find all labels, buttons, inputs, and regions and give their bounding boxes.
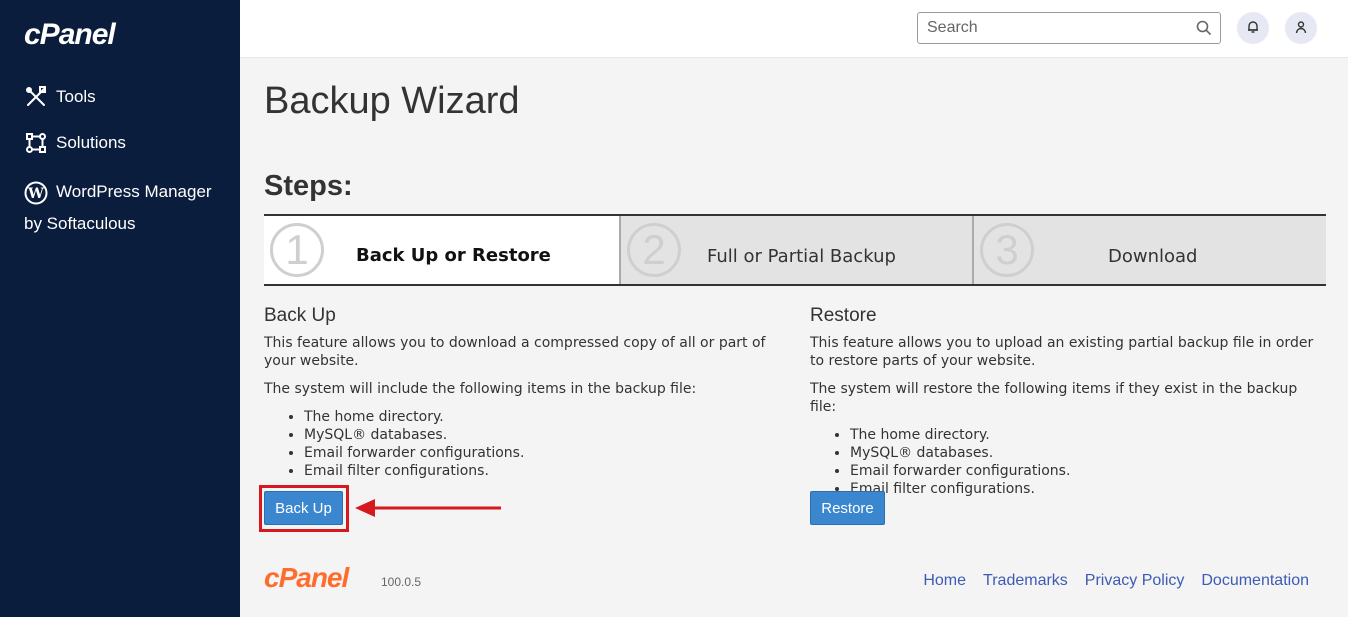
- footer-link-home[interactable]: Home: [923, 572, 966, 590]
- list-item: The home directory.: [850, 426, 1320, 444]
- footer-links: Home Trademarks Privacy Policy Documenta…: [923, 572, 1309, 590]
- user-menu-button[interactable]: [1285, 12, 1317, 44]
- footer-link-trademarks[interactable]: Trademarks: [983, 572, 1068, 590]
- user-icon: [1294, 19, 1308, 38]
- restore-heading: Restore: [810, 305, 877, 326]
- restore-description: This feature allows you to upload an exi…: [810, 335, 1314, 369]
- sidebar-item-wordpress-manager[interactable]: W WordPress Manager by Softaculous: [24, 176, 234, 240]
- step-label: Download: [1108, 246, 1198, 267]
- list-item: Email filter configurations.: [304, 462, 774, 480]
- restore-items-list: The home directory. MySQL® databases. Em…: [850, 426, 1320, 498]
- notifications-button[interactable]: [1237, 12, 1269, 44]
- search-input[interactable]: [918, 13, 1188, 43]
- svg-text:W: W: [27, 186, 44, 202]
- backup-items-list: The home directory. MySQL® databases. Em…: [304, 408, 774, 480]
- bell-icon: [1246, 19, 1260, 38]
- search-box: [917, 12, 1221, 44]
- backup-section: Back Up This feature allows you to downl…: [264, 305, 774, 480]
- step-number: 1: [270, 223, 324, 277]
- step-1: 1 Back Up or Restore: [264, 216, 619, 284]
- restore-button[interactable]: Restore: [810, 491, 885, 525]
- footer-link-privacy-policy[interactable]: Privacy Policy: [1085, 572, 1185, 590]
- cpanel-logo[interactable]: cPanel: [24, 18, 116, 52]
- list-item: Email forwarder configurations.: [304, 444, 774, 462]
- sidebar: cPanel Tools Solutions W WordPress Manag…: [0, 0, 240, 617]
- back-up-button[interactable]: Back Up: [264, 491, 343, 525]
- list-item: MySQL® databases.: [850, 444, 1320, 462]
- sidebar-item-tools[interactable]: Tools: [24, 85, 96, 109]
- steps-title: Steps:: [264, 170, 353, 202]
- restore-intro: The system will restore the following it…: [810, 381, 1298, 415]
- footer-cpanel-logo: cPanel: [264, 562, 349, 593]
- list-item: MySQL® databases.: [304, 426, 774, 444]
- step-3: 3 Download: [972, 216, 1326, 284]
- wordpress-icon: W: [24, 181, 48, 205]
- step-number: 3: [980, 223, 1034, 277]
- arrow-icon: [355, 496, 503, 524]
- version-number: 100.0.5: [381, 575, 422, 589]
- restore-section: Restore This feature allows you to uploa…: [810, 305, 1320, 498]
- step-2: 2 Full or Partial Backup: [619, 216, 972, 284]
- list-item: Email filter configurations.: [850, 480, 1320, 498]
- page-title: Backup Wizard: [264, 80, 520, 122]
- tools-icon: [24, 85, 48, 109]
- footer-link-documentation[interactable]: Documentation: [1201, 572, 1309, 590]
- backup-description: This feature allows you to download a co…: [264, 335, 766, 369]
- list-item: Email forwarder configurations.: [850, 462, 1320, 480]
- backup-intro: The system will include the following it…: [264, 381, 697, 397]
- steps-bar: 1 Back Up or Restore 2 Full or Partial B…: [264, 214, 1326, 286]
- sidebar-item-label: Tools: [56, 87, 96, 106]
- sidebar-item-label: Solutions: [56, 133, 126, 152]
- step-label: Full or Partial Backup: [707, 246, 896, 267]
- sidebar-item-label: WordPress Manager by Softaculous: [24, 182, 212, 233]
- step-label: Back Up or Restore: [356, 245, 551, 266]
- list-item: The home directory.: [304, 408, 774, 426]
- step-number: 2: [627, 223, 681, 277]
- topbar: [240, 0, 1348, 58]
- search-icon[interactable]: [1196, 20, 1212, 40]
- solutions-icon: [24, 131, 48, 155]
- sidebar-item-solutions[interactable]: Solutions: [24, 131, 126, 155]
- backup-heading: Back Up: [264, 305, 336, 326]
